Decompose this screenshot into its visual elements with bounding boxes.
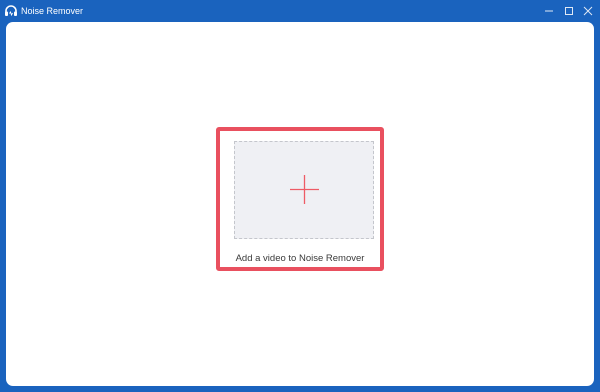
headphones-icon [5,5,17,17]
add-video-label[interactable]: Add a video to Noise Remover [220,253,380,264]
window-title: Noise Remover [21,6,84,16]
plus-icon [290,175,319,204]
title-bar[interactable]: Noise Remover [0,0,600,22]
minimize-icon [545,10,553,12]
main-content: Add a video to Noise Remover [6,22,594,386]
app-window: Noise Remover Add a video to Noise Remov… [0,0,600,392]
maximize-icon [565,7,573,15]
add-video-area[interactable]: Add a video to Noise Remover [216,127,384,271]
close-icon [583,6,593,16]
close-button[interactable] [580,3,596,19]
maximize-button[interactable] [561,3,577,19]
add-video-dropzone[interactable] [234,141,374,239]
minimize-button[interactable] [541,3,557,19]
